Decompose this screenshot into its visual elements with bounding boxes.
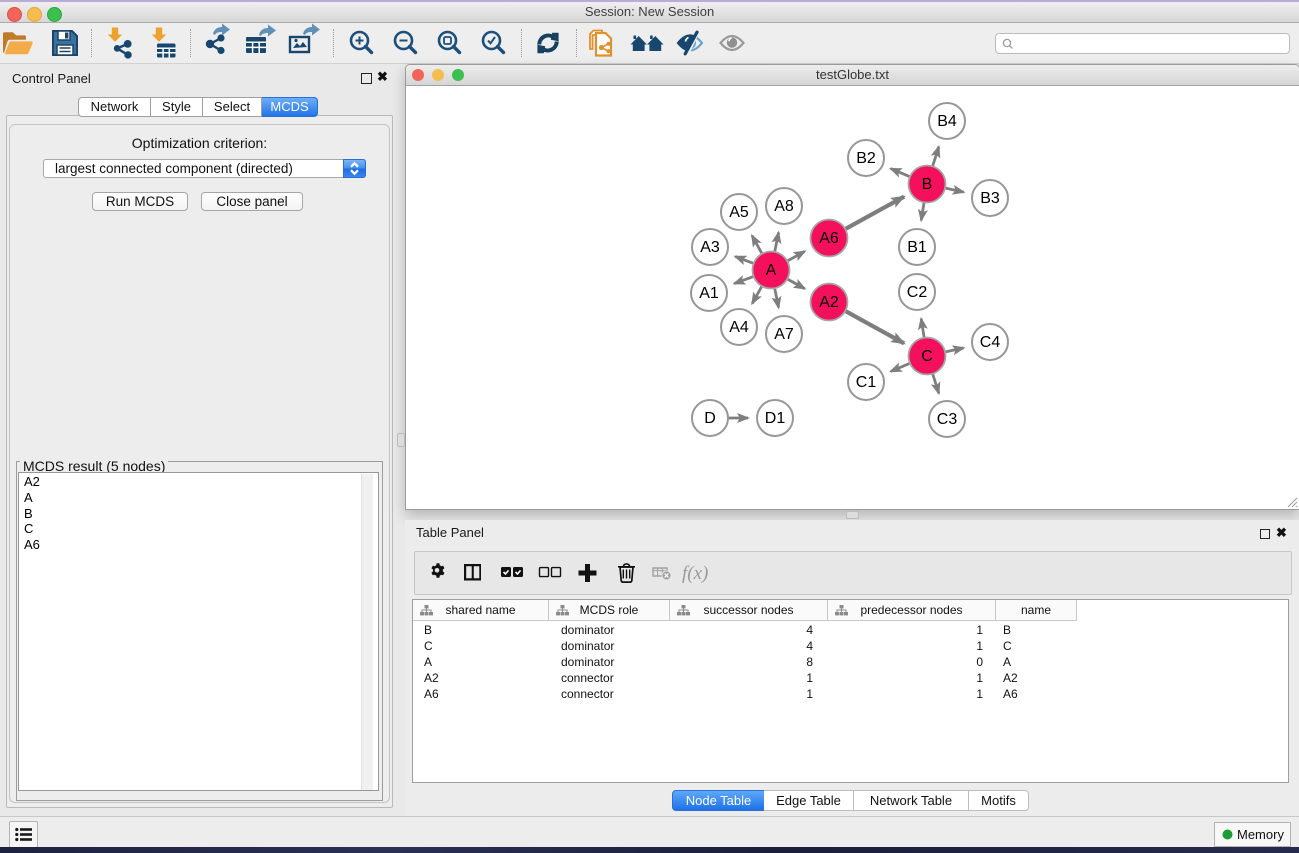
svg-text:A1: A1 [699, 285, 719, 302]
svg-text:C4: C4 [980, 334, 1001, 351]
svg-text:A4: A4 [729, 319, 749, 336]
svg-text:A5: A5 [729, 204, 749, 221]
svg-text:A6: A6 [819, 230, 839, 247]
svg-text:C3: C3 [937, 411, 958, 428]
svg-text:A: A [766, 262, 777, 279]
svg-text:C2: C2 [907, 284, 928, 301]
svg-text:B1: B1 [907, 239, 927, 256]
svg-text:A3: A3 [700, 239, 720, 256]
svg-text:B3: B3 [980, 190, 1000, 207]
svg-text:B: B [922, 176, 933, 193]
svg-text:B2: B2 [856, 150, 876, 167]
svg-text:A2: A2 [819, 294, 839, 311]
svg-text:f(x): f(x) [682, 563, 708, 584]
svg-text:C1: C1 [856, 374, 877, 391]
svg-text:A8: A8 [774, 198, 794, 215]
svg-text:A7: A7 [774, 326, 794, 343]
svg-text:D1: D1 [765, 410, 786, 427]
svg-text:D: D [704, 410, 716, 427]
svg-text:B4: B4 [937, 113, 957, 130]
svg-text:C: C [921, 348, 933, 365]
